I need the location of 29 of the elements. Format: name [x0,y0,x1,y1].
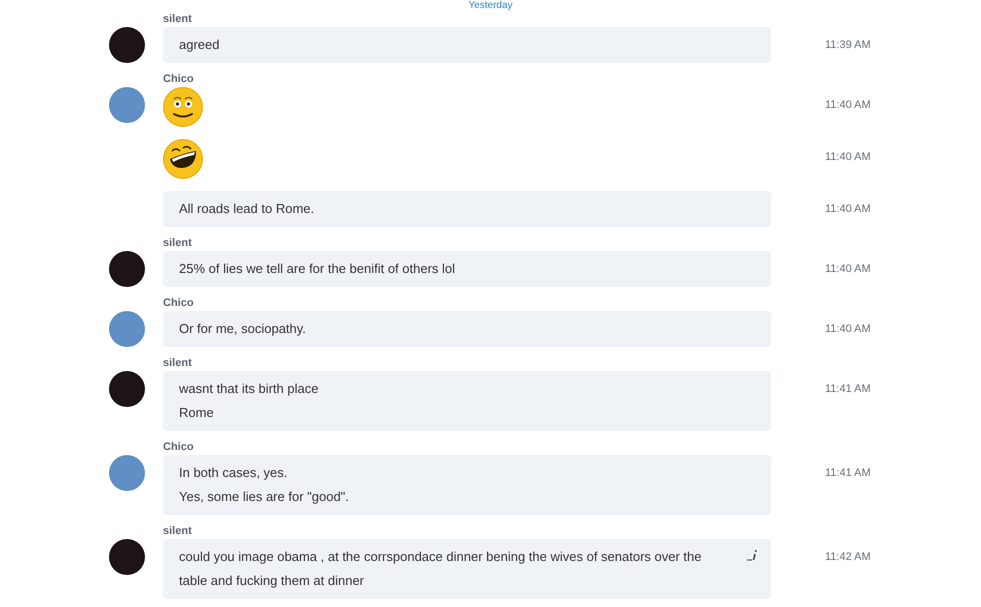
message-time: 11:41 AM [825,382,871,397]
message-time: 11:41 AM [825,466,871,481]
sender-name: Chico [163,440,194,454]
message-time: 11:40 AM [825,202,871,217]
sender-name: silent [163,356,192,370]
sender-name: Chico [163,72,194,86]
message-text: Or for me, sociopathy. [179,320,307,338]
message-time: 11:39 AM [825,38,871,53]
edited-icon [747,549,759,561]
message-time: 11:40 AM [825,98,871,113]
sender-name: silent [163,236,192,250]
date-divider: Yesterday [468,0,513,12]
message-time: 11:40 AM [825,150,871,165]
message-time: 11:42 AM [825,550,871,565]
message-text: could you image obama , at the corrspondace dinner bening the wives of senators over the table and fucking them at dinner [179,548,702,590]
message-time: 11:40 AM [825,262,871,277]
message-text: agreed [179,36,220,54]
message-text: In both cases, yes. [179,464,288,482]
message-text: Yes, some lies are for "good". [179,488,350,506]
message-text: All roads lead to Rome. [179,200,316,218]
sender-name: silent [163,12,192,26]
sender-name: silent [163,524,192,538]
message-text: wasnt that its birth place [179,380,320,398]
message-text: 25% of lies we tell are for the benifit of others lol [179,260,456,278]
message-time: 11:40 AM [825,322,871,337]
laughing-face-icon [163,139,203,179]
message-text: Rome [179,404,215,422]
smiling-face-icon [163,87,203,127]
sender-name: Chico [163,296,194,310]
